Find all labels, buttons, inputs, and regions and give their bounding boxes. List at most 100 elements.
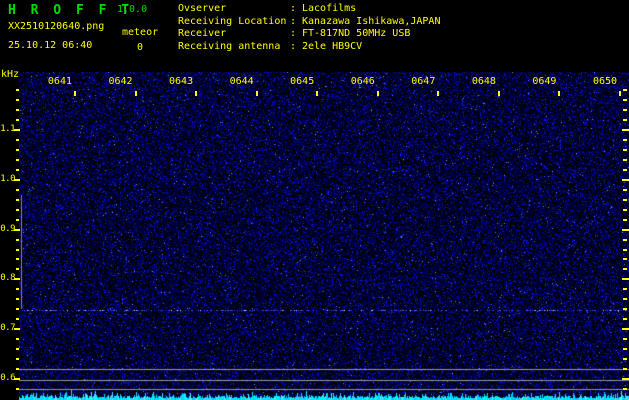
time-tick: [558, 91, 561, 96]
freq-minor-tick-left: [16, 198, 19, 201]
freq-label: 1.0: [0, 173, 15, 184]
info-value: Lacofilms: [302, 3, 357, 14]
info-row-receiver: Receiver: FT-817ND 50MHz USB: [178, 28, 440, 41]
time-tick: [195, 91, 198, 96]
freq-minor-tick-left: [16, 298, 19, 301]
freq-major-tick-left: [14, 129, 20, 131]
app-title: H R O F F T: [8, 3, 133, 18]
freq-minor-tick-left: [16, 387, 19, 390]
freq-minor-tick-right: [623, 89, 627, 92]
info-row-location: Receiving Location: Kanazawa Ishikawa,JAP…: [178, 16, 440, 29]
freq-minor-tick-right: [623, 258, 627, 261]
meteor-count: 0: [137, 42, 144, 53]
freq-minor-tick-left: [16, 288, 19, 291]
info-label: Receiving Location: [178, 15, 287, 27]
time-label: 0650: [592, 76, 618, 87]
time-label: 0649: [532, 76, 557, 87]
time-label: 0648: [471, 76, 496, 87]
time-tick: [619, 91, 622, 96]
freq-minor-tick-right: [623, 338, 627, 341]
freq-minor-tick-left: [16, 318, 19, 321]
hrofft-window: H R O F F T 1.0.0 XX2510120640.png meteo…: [0, 0, 629, 400]
freq-major-tick-right: [622, 129, 629, 131]
freq-minor-tick-right: [623, 298, 627, 301]
freq-minor-tick-left: [16, 308, 19, 311]
freq-minor-tick-left: [16, 168, 19, 171]
freq-major-tick-right: [622, 228, 629, 231]
freq-label: 0.7: [0, 323, 15, 334]
freq-minor-tick-right: [623, 318, 627, 321]
freq-minor-tick-left: [16, 258, 19, 261]
freq-unit-label: kHz: [1, 69, 20, 80]
time-label: 0641: [47, 76, 72, 87]
freq-major-tick-right: [622, 278, 629, 281]
freq-minor-tick-left: [16, 238, 19, 241]
time-tick: [255, 91, 258, 96]
freq-major-tick-left: [14, 178, 20, 181]
info-label: Ovserver: [178, 3, 227, 14]
freq-minor-tick-right: [623, 348, 627, 351]
freq-minor-tick-left: [16, 119, 19, 122]
mode-label: meteor: [122, 27, 159, 38]
time-tick: [437, 91, 440, 96]
freq-minor-tick-right: [623, 138, 627, 141]
freq-major-tick-left: [14, 228, 20, 231]
time-label: 0645: [290, 76, 315, 87]
time-tick: [497, 91, 500, 96]
info-separator: :: [290, 15, 297, 27]
freq-minor-tick-left: [16, 208, 19, 211]
time-label: 0644: [229, 76, 254, 87]
freq-minor-tick-left: [16, 188, 19, 191]
info-label: Receiver: [178, 28, 227, 40]
time-label: 0647: [411, 76, 436, 87]
freq-minor-tick-left: [16, 348, 19, 351]
freq-minor-tick-left: [16, 138, 19, 141]
freq-minor-tick-left: [16, 99, 19, 102]
info-value: 2ele HB9CV: [302, 41, 363, 53]
freq-minor-tick-right: [623, 109, 627, 112]
freq-minor-tick-right: [623, 358, 627, 361]
info-value: Kanazawa Ishikawa,JAPAN: [302, 15, 441, 27]
freq-major-tick-right: [622, 178, 629, 181]
freq-major-tick-left: [14, 278, 20, 281]
freq-minor-tick-left: [16, 268, 19, 271]
freq-minor-tick-right: [623, 218, 627, 221]
freq-label: 0.8: [0, 273, 15, 284]
freq-minor-tick-right: [623, 387, 627, 390]
freq-minor-tick-right: [623, 208, 627, 211]
freq-minor-tick-left: [16, 358, 19, 361]
info-value: FT-817ND 50MHz USB: [302, 28, 411, 40]
freq-label: 0.6: [0, 373, 15, 383]
freq-minor-tick-right: [623, 268, 627, 271]
freq-label: 1.1: [0, 124, 15, 134]
output-filename: XX2510120640.png: [8, 21, 105, 32]
freq-minor-tick-right: [623, 288, 627, 291]
info-separator: :: [290, 3, 297, 14]
freq-minor-tick-right: [623, 368, 627, 371]
freq-minor-tick-left: [16, 89, 19, 92]
info-row-observer: Ovserver: Lacofilms: [178, 3, 440, 16]
freq-minor-tick-left: [16, 218, 19, 221]
freq-minor-tick-right: [623, 99, 627, 102]
time-label: 0643: [169, 76, 194, 87]
date-time: 25.10.12 06:40: [8, 40, 93, 51]
freq-minor-tick-right: [623, 148, 627, 151]
time-label: 0646: [350, 76, 375, 87]
time-tick: [74, 91, 76, 96]
app-version: 1.0.0: [117, 4, 148, 15]
station-info: Ovserver: Lacofilms Receiving Location: Ka…: [178, 3, 440, 54]
info-separator: :: [290, 41, 297, 53]
freq-minor-tick-left: [16, 338, 19, 341]
info-row-antenna: Receiving antenna:2ele HB9CV: [178, 41, 440, 54]
freq-minor-tick-right: [623, 248, 627, 251]
freq-minor-tick-right: [623, 198, 627, 201]
freq-major-tick-left: [14, 328, 20, 331]
freq-minor-tick-left: [16, 248, 19, 251]
freq-minor-tick-right: [623, 188, 627, 191]
freq-minor-tick-left: [16, 148, 19, 151]
freq-minor-tick-right: [623, 119, 627, 122]
info-label: Receiving antenna: [178, 41, 281, 53]
time-tick: [134, 91, 137, 96]
freq-minor-tick-left: [16, 368, 19, 371]
spectrogram-canvas: [19, 72, 629, 400]
